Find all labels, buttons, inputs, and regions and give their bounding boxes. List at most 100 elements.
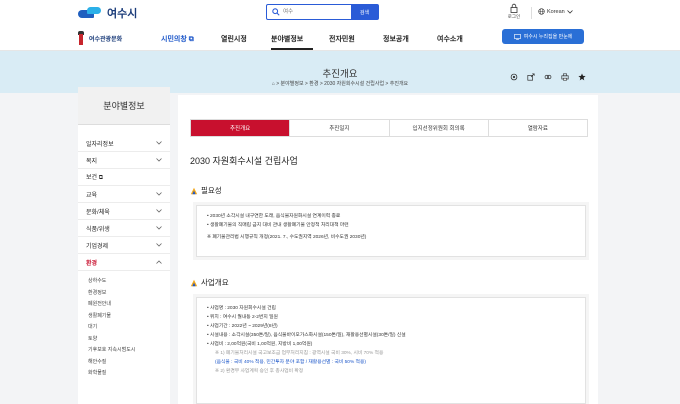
sidebar-subitem[interactable]: 토양 [78,333,170,345]
sidebar-subitem[interactable]: 대기 [78,321,170,333]
sidebar-item-label: 일자리정보 [86,141,114,148]
globe-icon [538,8,545,15]
overview-note: (음식물 : 국비 40% 적용, 민간투자 분야 포함 / 재활용선별 : 국… [215,360,366,365]
page-tools [509,72,587,82]
link-button[interactable] [543,72,553,82]
site-logo[interactable]: 여수시 [78,5,137,21]
chevron-up-icon [156,260,162,264]
sidebar-item-label: 교육 [86,192,98,199]
sidebar-subitem[interactable]: 상하수도 [78,275,170,287]
necessity-line: • 생활폐기물의 직매립 금지 대비 관내 생활폐기물 안정적 처리대책 마련 [207,223,349,228]
sitemap-promo-button[interactable]: 여수시 누리집을 만눈에 [502,29,584,44]
sidebar-subitem[interactable]: 폐원전안내 [78,298,170,310]
star-icon [578,73,586,81]
tab-overview[interactable]: 추진개요 [191,120,290,136]
top-bar: 여수시 검색 로그인 Korean [0,0,680,26]
lighthouse-icon [76,30,86,46]
overview-line: • 위치 : 여수시 월내동 2-2번지 일원 [207,315,278,320]
sidebar-item-label: 기업경제 [86,243,109,250]
search-input[interactable] [283,7,349,17]
sidebar-subitem[interactable]: 환경정보 [78,287,170,299]
sidebar-item-education[interactable]: 교육 [78,186,170,203]
logo-text: 여수시 [107,8,138,20]
necessity-line: • 2030년 소각시설 내구연한 도래, 음식물자원화시설 연계이력 종료 [207,214,341,219]
chevron-down-icon [156,141,162,145]
nav-info-disclosure[interactable]: 정보공개 [383,34,409,44]
sidebar-item-jobs[interactable]: 일자리정보 [78,135,170,152]
sidebar-subitem[interactable]: 화학물질 [78,367,170,379]
sidebar-item-environment[interactable]: 환경 [78,254,170,271]
nav-e-civil[interactable]: 전자민원 [329,34,355,44]
sidebar-item-welfare[interactable]: 복지 [78,152,170,169]
search-button[interactable]: 검색 [351,5,378,19]
overview-box: • 사업명 : 2030 자원회수시설 건립 • 위치 : 여수시 월내동 2-… [196,297,586,404]
monitor-icon [513,33,521,40]
search-box: 검색 [266,4,379,20]
chevron-down-icon [566,9,573,14]
divider [531,7,532,19]
favorite-button[interactable] [577,72,587,82]
content-tabs: 추진개요 추진일지 입지선정위원회 회의록 열람자료 [190,119,588,137]
tab-documents[interactable]: 열람자료 [487,120,587,136]
necessity-box: • 2030년 소각시설 내구연한 도래, 음식물자원화시설 연계이력 종료 •… [196,205,586,257]
promo-label: 여수시 누리집을 만눈에 [523,34,573,40]
chevron-down-icon [156,226,162,230]
necessity-note: ※ 폐기물관리법 시행규칙 개정(2021. 7., 수도권지역 2026년, … [207,235,367,240]
sidebar-item-label: 복지 [86,158,98,165]
overview-line: • 사업기간 : 2022년 ~ 2029년(8년) [207,324,278,329]
sidebar-item-health[interactable]: 보건 ⧉ [78,169,170,186]
tourism-link[interactable]: 여수관광문화 [76,30,122,46]
sidebar-title: 분야별정보 [78,87,170,125]
printer-icon [561,73,569,81]
main-nav: 여수관광문화 시민의창 ⧉ 열린시정 분야별정보 전자민원 정보공개 여수소개 … [0,26,680,51]
section-heading-label: 필요성 [201,186,222,195]
sidebar-subitem[interactable]: 생활폐기물 [78,310,170,322]
nav-field-info[interactable]: 분야별정보 [271,34,303,44]
share-button[interactable] [526,72,536,82]
overview-line: • 사업비 : 2,00억원(국비 1,00억원, 지방비 1,00억원) [207,342,313,347]
settings-tool-button[interactable] [509,72,519,82]
sidebar-subitem[interactable]: 해안수질 [78,356,170,368]
chevron-down-icon [156,192,162,196]
tourism-label: 여수관광문화 [89,36,123,43]
gear-icon [510,73,518,81]
sidebar-item-label: 문화/체육 [86,209,110,216]
sidebar-item-culture-sports[interactable]: 문화/체육 [78,203,170,220]
tab-progress-log[interactable]: 추진일지 [289,120,388,136]
external-link-icon: ⧉ [98,175,104,181]
sidebar-item-food-hygiene[interactable]: 식품/위생 [78,220,170,237]
overview-note: ※ 2) 환경부 사업계획 승인 후 총사업비 확정 [215,369,304,374]
chevron-down-icon [156,158,162,162]
sidebar-submenu: 상하수도 환경정보 폐원전안내 생활폐기물 대기 토양 기후보호 지속시범도시 … [78,271,170,379]
overview-line: • 시설내용 : 소각시설(350톤/일), 음식물바이오가스화시설(150톤/… [207,333,406,338]
tab-committee-minutes[interactable]: 입지선정위원회 회의록 [388,120,488,136]
print-button[interactable] [560,72,570,82]
active-nav-indicator [271,48,313,50]
section-heading-label: 사업개요 [201,278,229,287]
login-link[interactable]: 로그인 [504,3,524,20]
share-icon [527,73,535,81]
sidebar-item-label: 식품/위생 [86,226,110,233]
sidebar-item-business[interactable]: 기업경제 [78,237,170,254]
section-heading: 필요성 [190,185,222,196]
nav-label: 시민의창 [161,36,187,43]
chevron-down-icon [156,243,162,247]
sidebar: 분야별정보 일자리정보 복지 보건 ⧉ 교육 문화/체육 식품/위생 기업경제 … [78,87,170,404]
search-icon [272,8,280,16]
sidebar-menu: 일자리정보 복지 보건 ⧉ 교육 문화/체육 식품/위생 기업경제 환경 상하수… [78,135,170,379]
triangle-bullet-icon [190,279,198,286]
nav-citizen-window[interactable]: 시민의창 ⧉ [161,34,194,44]
document-title: 2030 자원회수시설 건립사업 [190,156,298,166]
language-label: Korean [547,8,565,15]
link-icon [544,74,552,80]
overview-line: • 사업명 : 2030 자원회수시설 건립 [207,306,276,311]
sidebar-item-label: 보건 [86,175,98,181]
external-link-icon: ⧉ [188,36,194,43]
sidebar-item-label: 환경 [86,260,98,267]
triangle-bullet-icon [190,187,198,194]
section-heading: 사업개요 [190,277,229,288]
nav-open-admin[interactable]: 열린시정 [221,34,247,44]
nav-about-yeosu[interactable]: 여수소개 [437,34,463,44]
language-select[interactable]: Korean [538,8,573,15]
sidebar-subitem[interactable]: 기후보호 지속시범도시 [78,344,170,356]
